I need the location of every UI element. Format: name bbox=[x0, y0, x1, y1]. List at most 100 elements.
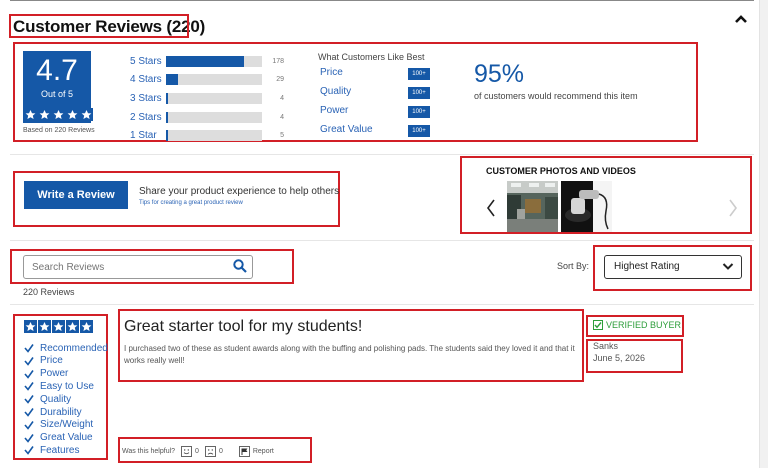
review-author: Sanks bbox=[593, 341, 619, 351]
check-icon bbox=[24, 420, 34, 430]
top-divider bbox=[10, 0, 754, 1]
like-item-label[interactable]: Quality bbox=[320, 86, 351, 97]
distribution-label: 1 Star bbox=[130, 129, 157, 141]
distribution-label: 3 Stars bbox=[130, 92, 162, 104]
distribution-bar bbox=[166, 55, 262, 67]
distribution-row[interactable]: 4 Stars 29 bbox=[130, 72, 284, 86]
search-reviews-input[interactable] bbox=[23, 255, 253, 279]
report-button[interactable]: Report bbox=[238, 446, 274, 457]
like-item-label[interactable]: Power bbox=[320, 105, 348, 116]
check-icon bbox=[24, 433, 34, 443]
feature-label: Durability bbox=[40, 406, 82, 418]
likes-title: What Customers Like Best bbox=[318, 52, 425, 62]
photos-title: CUSTOMER PHOTOS AND VIDEOS bbox=[486, 166, 636, 176]
check-icon bbox=[24, 382, 34, 392]
star-rating-icon bbox=[24, 320, 93, 333]
feature-label: Great Value bbox=[40, 432, 93, 444]
smile-face-icon bbox=[181, 446, 192, 457]
average-score: 4.7 bbox=[36, 54, 78, 87]
helpful-yes-count: 0 bbox=[195, 448, 199, 455]
out-of-label: Out of 5 bbox=[40, 89, 74, 99]
distribution-count: 29 bbox=[276, 75, 284, 83]
collapse-caret-icon[interactable] bbox=[734, 14, 748, 24]
feature-item: Durability bbox=[24, 406, 82, 418]
distribution-count: 178 bbox=[272, 57, 284, 65]
divider bbox=[10, 240, 754, 241]
chevron-left-icon[interactable] bbox=[486, 198, 496, 218]
distribution-bar-fill bbox=[166, 129, 168, 141]
feature-item: Easy to Use bbox=[24, 380, 94, 392]
chevron-right-icon[interactable] bbox=[728, 198, 738, 218]
distribution-count: 5 bbox=[280, 131, 284, 139]
check-icon bbox=[24, 356, 34, 366]
frown-face-icon bbox=[205, 446, 216, 457]
distribution-count: 4 bbox=[280, 113, 284, 121]
divider bbox=[10, 304, 754, 305]
feature-item: Size/Weight bbox=[24, 419, 93, 431]
helpful-yes-button[interactable]: 0 bbox=[181, 446, 199, 457]
distribution-count: 4 bbox=[280, 94, 284, 102]
recommend-text: of customers would recommend this item bbox=[474, 91, 638, 101]
feature-label: Price bbox=[40, 355, 63, 367]
check-icon bbox=[593, 320, 603, 330]
workshop-photo-icon bbox=[507, 181, 558, 232]
feature-item: Great Value bbox=[24, 432, 93, 444]
feature-item: Price bbox=[24, 355, 63, 367]
based-on-label: Based on 220 Reviews bbox=[23, 127, 95, 134]
feature-label: Easy to Use bbox=[40, 380, 94, 392]
sort-label: Sort By: bbox=[557, 261, 590, 271]
feature-label: Recommended bbox=[40, 342, 108, 354]
distribution-bar-fill bbox=[166, 92, 168, 104]
distribution-label: 5 Stars bbox=[130, 55, 162, 67]
highlight-box bbox=[9, 14, 189, 38]
distribution-row[interactable]: 3 Stars 4 bbox=[130, 91, 284, 105]
review-body: I purchased two of these as student awar… bbox=[124, 344, 575, 365]
customer-photo-thumbnail[interactable] bbox=[561, 181, 612, 232]
review-date: June 5, 2026 bbox=[593, 353, 646, 363]
feature-item: Quality bbox=[24, 393, 71, 405]
review-title: Great starter tool for my students! bbox=[124, 318, 363, 335]
like-item-badge: 100+ bbox=[408, 87, 430, 99]
customer-photo-thumbnail[interactable] bbox=[507, 181, 558, 232]
check-icon bbox=[24, 369, 34, 379]
distribution-bar bbox=[166, 92, 262, 104]
scrollbar[interactable] bbox=[759, 0, 768, 468]
write-review-button[interactable]: Write a Review bbox=[24, 181, 128, 209]
helpful-no-button[interactable]: 0 bbox=[205, 446, 223, 457]
polisher-photo-icon bbox=[561, 181, 612, 232]
check-icon bbox=[24, 344, 34, 353]
distribution-bar-fill bbox=[166, 111, 168, 123]
verified-buyer-badge: VERIFIED BUYER bbox=[593, 320, 681, 330]
feature-label: Size/Weight bbox=[40, 419, 94, 431]
share-text: Share your product experience to help ot… bbox=[139, 186, 340, 197]
divider bbox=[10, 154, 754, 155]
review-tips-link[interactable]: Tips for creating a great product review bbox=[139, 200, 243, 206]
distribution-bar bbox=[166, 73, 262, 85]
like-item-label[interactable]: Price bbox=[320, 67, 343, 78]
star-rating-icon bbox=[24, 108, 93, 121]
feature-label: Power bbox=[40, 368, 69, 380]
review-count: 220 Reviews bbox=[23, 287, 75, 297]
chevron-down-icon[interactable] bbox=[722, 262, 734, 271]
check-icon bbox=[24, 408, 34, 417]
check-icon bbox=[24, 395, 34, 404]
distribution-bar bbox=[166, 111, 262, 123]
report-label: Report bbox=[252, 448, 274, 455]
like-item-badge: 100+ bbox=[408, 68, 430, 80]
helpful-no-count: 0 bbox=[218, 448, 223, 455]
search-icon[interactable] bbox=[233, 259, 247, 273]
helpful-label: Was this helpful? bbox=[122, 448, 176, 455]
distribution-row[interactable]: 2 Stars 4 bbox=[130, 110, 284, 124]
helpful-bar: Was this helpful? 0 0 Report bbox=[122, 446, 274, 457]
feature-label: Features bbox=[40, 444, 80, 456]
distribution-bar-fill bbox=[166, 73, 179, 85]
feature-item: Recommended bbox=[24, 342, 108, 354]
like-item-label[interactable]: Great Value bbox=[320, 124, 373, 135]
distribution-row[interactable]: 5 Stars 178 bbox=[130, 54, 284, 68]
distribution-label: 2 Stars bbox=[130, 111, 162, 123]
like-item-badge: 100+ bbox=[408, 106, 430, 118]
recommend-percent: 95% bbox=[474, 60, 525, 88]
distribution-bar bbox=[166, 129, 262, 141]
distribution-row[interactable]: 1 Star 5 bbox=[130, 128, 284, 142]
feature-label: Quality bbox=[40, 393, 72, 405]
